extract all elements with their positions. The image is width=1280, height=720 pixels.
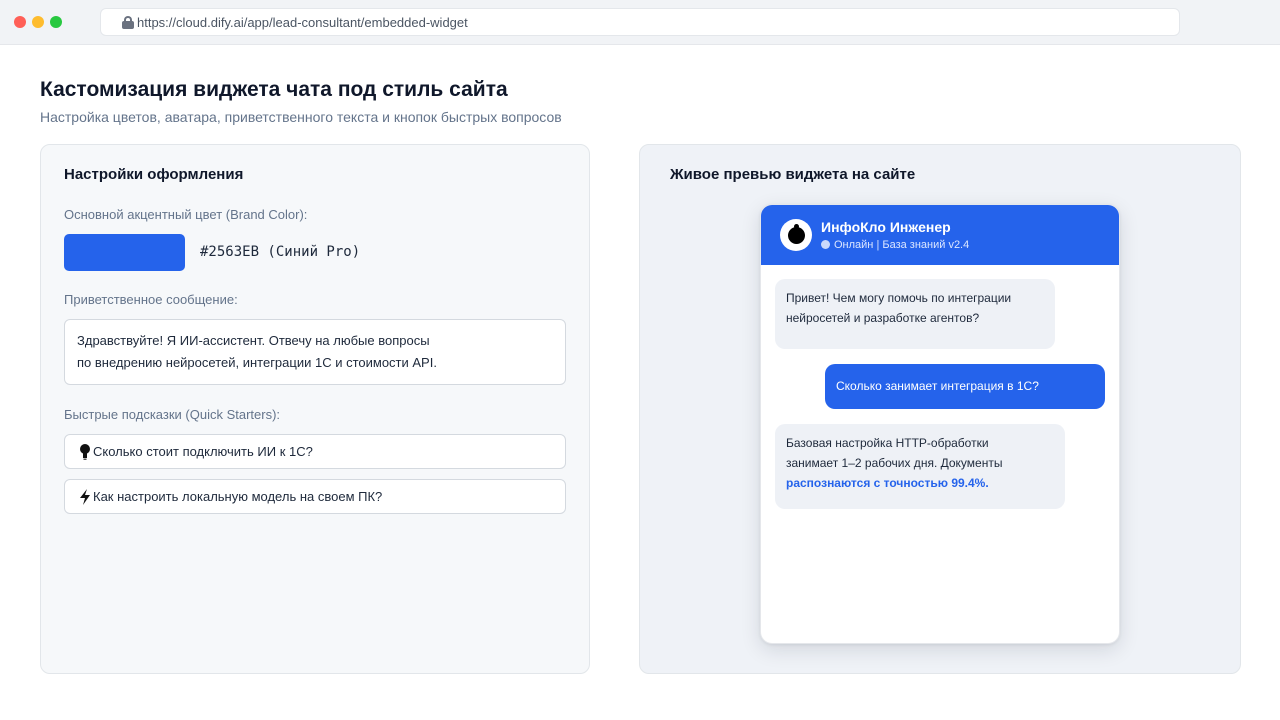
starters-label: Быстрые подсказки (Quick Starters): bbox=[64, 407, 281, 422]
bot-status-text: Онлайн | База знаний v2.4 bbox=[834, 239, 970, 251]
minimize-window-button[interactable] bbox=[32, 16, 44, 28]
settings-panel: Настройки оформления Основной акцентный … bbox=[40, 144, 590, 674]
greeting-textarea[interactable]: Здравствуйте! Я ИИ-ассистент. Отвечу на … bbox=[64, 319, 566, 385]
message-line: занимает 1–2 рабочих дня. Документы bbox=[786, 456, 1003, 470]
bot-message: Базовая настройка HTTP-обработки занимае… bbox=[775, 424, 1065, 509]
brand-color-value: #2563EB (Синий Pro) bbox=[200, 244, 361, 260]
message-line: Привет! Чем могу помочь по интеграции bbox=[786, 291, 1012, 305]
message-line: Базовая настройка HTTP-обработки bbox=[786, 436, 989, 450]
bot-message: Привет! Чем могу помочь по интеграции не… bbox=[775, 279, 1055, 349]
greeting-line: по внедрению нейросетей, интеграции 1С и… bbox=[77, 355, 437, 370]
quick-starter-text: Как настроить локальную модель на своем … bbox=[93, 489, 383, 504]
quick-starter-button[interactable]: Сколько стоит подключить ИИ к 1С? bbox=[64, 434, 566, 469]
bot-status: Онлайн | База знаний v2.4 bbox=[821, 239, 969, 251]
brand-color-swatch[interactable] bbox=[64, 234, 185, 271]
bot-avatar-icon bbox=[788, 224, 805, 244]
page-subtitle: Настройка цветов, аватара, приветственно… bbox=[40, 109, 562, 125]
message-line: нейросетей и разработке агентов? bbox=[786, 311, 980, 325]
preview-title: Живое превью виджета на сайте bbox=[670, 166, 916, 183]
lock-icon bbox=[122, 16, 134, 29]
greeting-line: Здравствуйте! Я ИИ-ассистент. Отвечу на … bbox=[77, 333, 430, 348]
chat-widget-header: ИнфоКло Инженер Онлайн | База знаний v2.… bbox=[761, 205, 1119, 265]
browser-toolbar: https://cloud.dify.ai/app/lead-consultan… bbox=[0, 0, 1280, 45]
avatar bbox=[780, 219, 812, 251]
lightbulb-icon bbox=[80, 444, 90, 460]
address-bar[interactable]: https://cloud.dify.ai/app/lead-consultan… bbox=[100, 8, 1180, 36]
maximize-window-button[interactable] bbox=[50, 16, 62, 28]
message-highlight: распознаются с точностью 99.4%. bbox=[786, 476, 989, 490]
online-status-icon bbox=[821, 240, 830, 249]
settings-title: Настройки оформления bbox=[64, 166, 244, 183]
bot-name: ИнфоКло Инженер bbox=[821, 219, 951, 235]
lightning-icon bbox=[80, 489, 90, 505]
page-title: Кастомизация виджета чата под стиль сайт… bbox=[40, 78, 508, 101]
brand-color-label: Основной акцентный цвет (Brand Color): bbox=[64, 207, 308, 222]
close-window-button[interactable] bbox=[14, 16, 26, 28]
greeting-label: Приветственное сообщение: bbox=[64, 292, 238, 307]
user-message: Сколько занимает интеграция в 1С? bbox=[825, 364, 1105, 409]
quick-starter-button[interactable]: Как настроить локальную модель на своем … bbox=[64, 479, 566, 514]
url-text[interactable]: https://cloud.dify.ai/app/lead-consultan… bbox=[137, 15, 468, 30]
message-line: Сколько занимает интеграция в 1С? bbox=[836, 379, 1039, 393]
chat-widget: ИнфоКло Инженер Онлайн | База знаний v2.… bbox=[760, 204, 1120, 644]
preview-panel: Живое превью виджета на сайте ИнфоКло Ин… bbox=[639, 144, 1241, 674]
quick-starter-text: Сколько стоит подключить ИИ к 1С? bbox=[93, 444, 313, 459]
